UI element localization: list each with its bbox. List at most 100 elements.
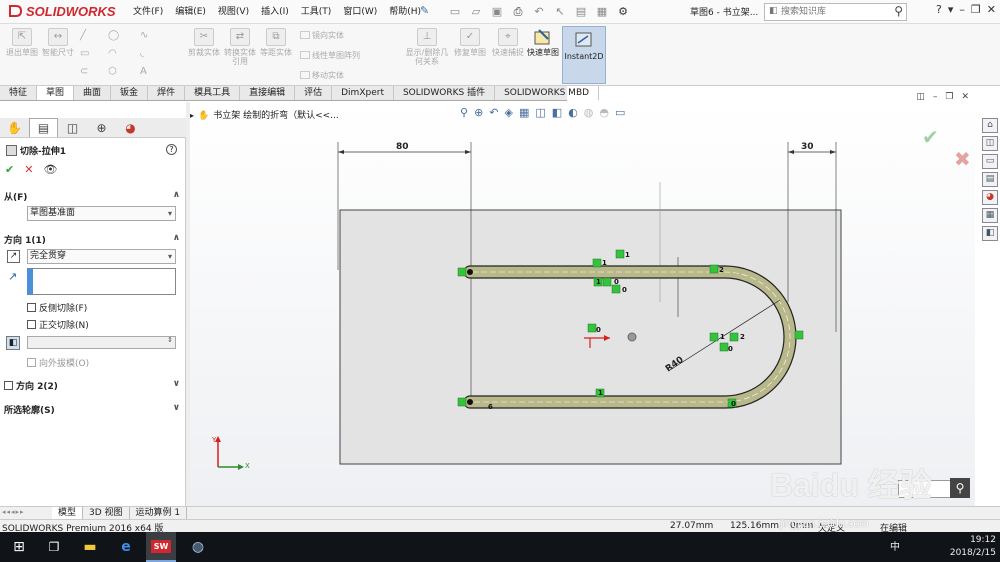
search-icon[interactable]: ⚲: [894, 4, 903, 18]
flip-side-checkbox[interactable]: 反侧切除(F): [27, 301, 87, 314]
solidworks-taskbar-icon[interactable]: SW: [146, 532, 176, 562]
graphics-area[interactable]: ▸ ✋ 书立架 绘制的折弯（默认<<... ⚲ ⊕ ↶ ◈ ▦ ◫ ◧ ◐ ◍ ◓ …: [190, 92, 975, 506]
clock-time[interactable]: 19:12: [950, 534, 996, 547]
relation-marker[interactable]: [587, 323, 597, 333]
solidworks-logo[interactable]: SOLIDWORKS: [8, 4, 116, 19]
display-relations-button[interactable]: ⊥ 显示/删除几何关系: [404, 28, 450, 66]
search-input[interactable]: [781, 5, 886, 19]
view-palette-icon[interactable]: ▤: [982, 172, 998, 187]
windows-start-icon[interactable]: ⊞: [4, 532, 34, 562]
trim-button[interactable]: ✂ 剪裁实体: [186, 28, 222, 57]
new-file-icon[interactable]: ▭: [446, 3, 464, 20]
spinner-arrows-icon[interactable]: ⇕: [167, 336, 173, 344]
pin-icon[interactable]: ✎: [420, 4, 429, 17]
relation-marker[interactable]: [457, 267, 467, 277]
relation-marker[interactable]: [729, 332, 739, 342]
fillet-icon[interactable]: ◟: [140, 48, 156, 60]
tab-model[interactable]: 模型: [52, 507, 84, 519]
repair-sketch-button[interactable]: ✓ 修复草图: [452, 28, 488, 57]
confirm-corner-ok-icon[interactable]: ✔: [922, 125, 939, 149]
file-explorer-icon[interactable]: ▭: [982, 154, 998, 169]
appearances-icon[interactable]: ◕: [982, 190, 998, 205]
custom-properties-icon[interactable]: ▦: [982, 208, 998, 223]
configuration-manager-tab[interactable]: ◫: [58, 118, 87, 137]
draft-angle-spinner[interactable]: ⇕: [27, 336, 176, 349]
arc-icon[interactable]: ◠: [108, 48, 124, 60]
tab-direct-editing[interactable]: 直接编辑: [240, 86, 296, 100]
tab-motion-study[interactable]: 运动算例 1: [130, 507, 188, 519]
from-select[interactable]: 草图基准面 ▾: [27, 206, 176, 221]
tab-features[interactable]: 特征: [0, 86, 38, 100]
open-file-icon[interactable]: ▱: [467, 3, 485, 20]
draft-outward-checkbox[interactable]: 向外拔模(O): [27, 356, 89, 369]
help-icon[interactable]: ?: [936, 3, 942, 16]
dimxpert-manager-tab[interactable]: ⊕: [87, 118, 116, 137]
polygon-icon[interactable]: ⬡: [108, 66, 124, 78]
dimension-80[interactable]: 80: [396, 142, 409, 152]
property-manager-tab[interactable]: ▤: [29, 118, 58, 137]
sketch-endpoint[interactable]: [467, 269, 473, 275]
tab-3d-views[interactable]: 3D 视图: [83, 507, 130, 519]
options-gear-icon[interactable]: ⚙: [614, 3, 632, 20]
minimize-icon[interactable]: –: [959, 3, 965, 16]
tab-addins[interactable]: SOLIDWORKS 插件: [394, 86, 496, 100]
rapid-sketch-button[interactable]: 快速草图: [527, 28, 559, 57]
dimension-30[interactable]: 30: [801, 142, 814, 152]
ime-indicator[interactable]: 中: [890, 541, 900, 554]
offset-button[interactable]: ⧉ 等距实体: [258, 28, 294, 57]
view-selector-box[interactable]: [898, 480, 954, 498]
viewport-search-icon[interactable]: ⚲: [950, 478, 970, 498]
tab-weldments[interactable]: 焊件: [148, 86, 186, 100]
print-icon[interactable]: ⎙: [509, 3, 527, 20]
cancel-button[interactable]: ✕: [24, 163, 33, 176]
undo-icon[interactable]: ↶: [530, 3, 548, 20]
display-manager-tab[interactable]: ◕: [116, 118, 145, 137]
direction1-section-header[interactable]: 方向 1(1) ∧: [4, 233, 180, 246]
end-condition-select[interactable]: 完全贯穿 ▾: [27, 249, 176, 264]
tab-mold-tools[interactable]: 模具工具: [185, 86, 241, 100]
tab-sketch[interactable]: 草图: [37, 86, 75, 100]
slot-icon[interactable]: ⊂: [80, 66, 96, 78]
direction2-section-header[interactable]: 方向 2(2) ∨: [4, 379, 180, 392]
rectangle-icon[interactable]: ▭: [80, 48, 96, 60]
design-library-icon[interactable]: ◫: [982, 136, 998, 151]
menu-file[interactable]: 文件(F): [128, 5, 168, 19]
file-explorer-taskbar-icon[interactable]: ▬: [76, 532, 104, 562]
convert-entities-button[interactable]: ⇄ 转换实体引用: [222, 28, 258, 66]
smart-dimension-button[interactable]: ↔ 智能尺寸: [40, 28, 76, 57]
menu-tools[interactable]: 工具(T): [296, 5, 337, 19]
viewport-minimize-icon[interactable]: –: [933, 92, 938, 102]
viewport-restore-icon[interactable]: ❐: [945, 92, 953, 102]
relation-marker[interactable]: [709, 264, 719, 274]
preview-eye-icon[interactable]: 👁: [43, 163, 57, 176]
tab-surfaces[interactable]: 曲面: [74, 86, 112, 100]
relation-marker[interactable]: [709, 332, 719, 342]
solidworks-resources-icon[interactable]: ⌂: [982, 118, 998, 133]
direction2-checkbox[interactable]: [4, 381, 13, 390]
relation-marker[interactable]: [719, 342, 729, 352]
mirror-button[interactable]: 镜向实体: [300, 30, 344, 41]
app-taskbar-icon[interactable]: ◍: [184, 532, 212, 562]
close-icon[interactable]: ✕: [987, 3, 996, 16]
relation-marker[interactable]: [615, 249, 625, 259]
circle-icon[interactable]: ◯: [108, 30, 124, 42]
normal-cut-checkbox[interactable]: 正交切除(N): [27, 318, 89, 331]
save-icon[interactable]: ▣: [488, 3, 506, 20]
menu-view[interactable]: 视图(V): [213, 5, 254, 19]
tab-dimxpert[interactable]: DimXpert: [332, 86, 394, 100]
tab-mbd[interactable]: SOLIDWORKS MBD: [495, 86, 600, 100]
tab-evaluate[interactable]: 评估: [295, 86, 333, 100]
edge-browser-icon[interactable]: e: [112, 532, 140, 562]
task-view-icon[interactable]: ❐: [40, 532, 68, 562]
exit-sketch-button[interactable]: ⇱ 退出草图: [4, 28, 40, 57]
line-icon[interactable]: ╱: [80, 30, 96, 42]
relation-marker[interactable]: [457, 397, 467, 407]
tab-sheet-metal[interactable]: 钣金: [111, 86, 149, 100]
direction-selection-box[interactable]: [27, 268, 176, 295]
text-icon[interactable]: A: [140, 66, 156, 78]
move-button[interactable]: 移动实体: [300, 70, 344, 81]
menu-insert[interactable]: 插入(I): [256, 5, 294, 19]
select-icon[interactable]: ↖: [551, 3, 569, 20]
ok-button[interactable]: ✔: [5, 163, 14, 176]
help-button[interactable]: ?: [166, 144, 177, 155]
